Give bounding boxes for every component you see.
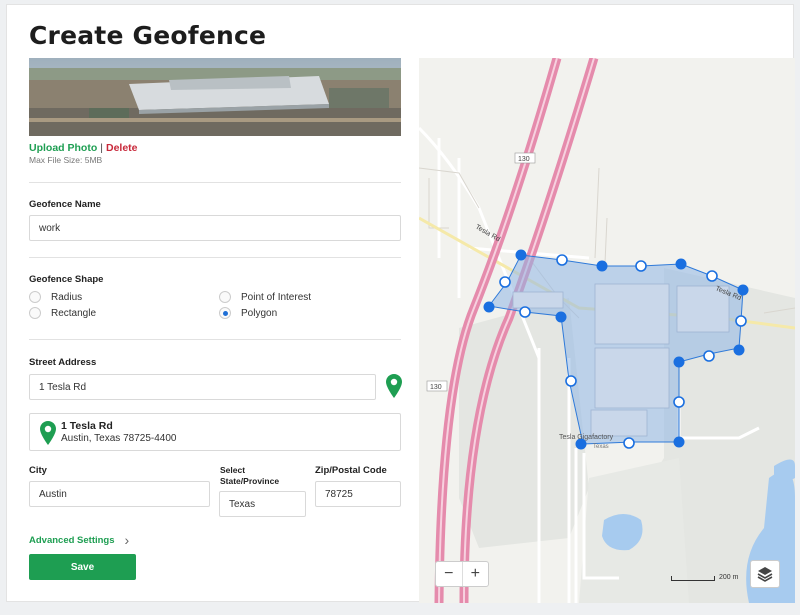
map-layers-button[interactable] — [750, 560, 780, 588]
address-result[interactable]: 1 Tesla Rd Austin, Texas 78725-4400 — [29, 413, 401, 451]
polygon-midpoint-handle[interactable] — [703, 350, 715, 362]
geofence-shape-label: Geofence Shape — [29, 274, 104, 285]
radio-button[interactable] — [29, 307, 41, 319]
city-label: City — [29, 465, 47, 476]
polygon-vertex-handle[interactable] — [675, 258, 687, 270]
zoom-controls: − + — [435, 561, 489, 587]
max-file-size-note: Max File Size: 5MB — [29, 155, 103, 165]
shape-radio-rectangle[interactable]: Rectangle — [29, 307, 96, 319]
save-button[interactable]: Save — [29, 554, 136, 580]
map-scale: 200 m — [671, 574, 738, 581]
highway-shield-label: 130 — [518, 156, 530, 163]
polygon-midpoint-handle[interactable] — [706, 270, 718, 282]
address-result-street: 1 Tesla Rd — [61, 420, 113, 432]
geofence-name-label: Geofence Name — [29, 199, 101, 210]
street-address-label: Street Address — [29, 357, 97, 368]
polygon-midpoint-handle[interactable] — [499, 276, 511, 288]
zoom-in-button[interactable]: + — [463, 562, 489, 586]
polygon-midpoint-handle[interactable] — [623, 437, 635, 449]
upload-photo-link[interactable]: Upload Photo — [29, 142, 97, 154]
divider — [29, 257, 401, 258]
scale-bar — [671, 576, 715, 581]
radio-label: Point of Interest — [241, 291, 312, 303]
polygon-midpoint-handle[interactable] — [556, 254, 568, 266]
divider — [29, 182, 401, 183]
polygon-vertex-handle[interactable] — [555, 311, 567, 323]
shape-radio-radius[interactable]: Radius — [29, 291, 82, 303]
scale-label: 200 m — [719, 574, 739, 581]
polygon-midpoint-handle[interactable] — [519, 306, 531, 318]
advanced-settings-label: Advanced Settings — [29, 534, 115, 546]
geofence-name-input[interactable]: work — [29, 215, 401, 241]
radio-button-selected[interactable] — [219, 307, 231, 319]
city-input[interactable]: Austin — [29, 481, 210, 507]
place-label: Tesla Gigafactory — [559, 434, 614, 441]
polygon-vertex-handle[interactable] — [515, 249, 527, 261]
polygon-vertex-handle[interactable] — [673, 436, 685, 448]
zip-label: Zip/Postal Code — [315, 465, 387, 476]
page-title: Create Geofence — [29, 21, 267, 50]
locate-address-pin-icon[interactable] — [386, 374, 402, 403]
layers-icon — [757, 567, 773, 582]
street-address-input[interactable]: 1 Tesla Rd — [29, 374, 376, 400]
polygon-vertex-handle[interactable] — [733, 344, 745, 356]
radio-button[interactable] — [29, 291, 41, 303]
radio-button[interactable] — [219, 291, 231, 303]
photo-actions-separator: | — [100, 142, 103, 154]
polygon-midpoint-handle[interactable] — [673, 396, 685, 408]
radio-label: Rectangle — [51, 307, 97, 319]
zoom-out-button[interactable]: − — [436, 562, 463, 586]
geofence-photo — [29, 58, 401, 136]
highway-shield-label: 130 — [430, 384, 442, 391]
geofence-map[interactable]: 130 130 Tesla Rd Tesla Rd Tesla Gigafact… — [419, 58, 795, 603]
polygon-vertex-handle[interactable] — [483, 301, 495, 313]
polygon-midpoint-handle[interactable] — [735, 315, 747, 327]
shape-radio-polygon[interactable]: Polygon — [219, 307, 277, 319]
location-pin-icon — [40, 421, 56, 450]
advanced-settings-link[interactable]: Advanced Settings › — [29, 532, 129, 548]
photo-actions: Upload Photo | Delete — [29, 142, 138, 154]
map-canvas[interactable]: 130 130 Tesla Rd Tesla Rd Tesla Gigafact… — [419, 58, 795, 603]
state-label: Select State/Province — [220, 465, 280, 486]
polygon-midpoint-handle[interactable] — [635, 260, 647, 272]
divider — [29, 339, 401, 340]
zip-input[interactable]: 78725 — [315, 481, 401, 507]
chevron-right-icon: › — [124, 532, 130, 548]
radio-label: Polygon — [241, 307, 278, 319]
create-geofence-panel: Create Geofence Upload Photo | Delete Max … — [6, 4, 795, 603]
shape-radio-point-of-interest[interactable]: Point of Interest — [219, 291, 311, 303]
delete-photo-link[interactable]: Delete — [106, 142, 138, 154]
polygon-vertex-handle[interactable] — [596, 260, 608, 272]
polygon-vertex-handle[interactable] — [673, 356, 685, 368]
address-result-city: Austin, Texas 78725-4400 — [61, 433, 177, 444]
polygon-midpoint-handle[interactable] — [565, 375, 577, 387]
radio-label: Radius — [51, 291, 83, 303]
state-select[interactable]: Texas — [219, 491, 306, 517]
place-sublabel: Texas — [593, 444, 609, 450]
